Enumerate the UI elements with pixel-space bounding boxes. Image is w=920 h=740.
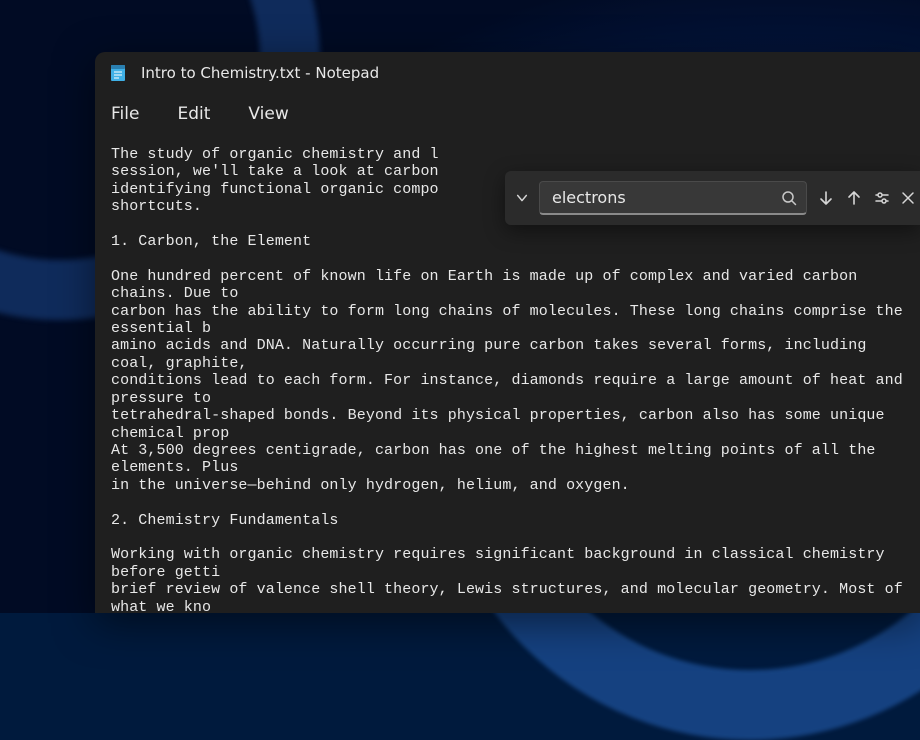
paragraph: The study of organic chemistry and l ses… — [111, 146, 439, 215]
search-input[interactable] — [552, 188, 780, 207]
find-bar — [505, 171, 920, 225]
menubar: File Edit View — [95, 94, 920, 138]
find-next-button[interactable] — [817, 180, 835, 216]
heading: 2. Chemistry Fundamentals — [111, 512, 339, 529]
paragraph: Working with organic chemistry requires … — [111, 546, 912, 613]
menu-view[interactable]: View — [248, 104, 288, 124]
notepad-app-icon — [109, 64, 127, 82]
search-field-container — [539, 181, 807, 215]
notepad-window: Intro to Chemistry.txt - Notepad File Ed… — [95, 52, 920, 613]
menu-edit[interactable]: Edit — [177, 104, 210, 124]
paragraph: One hundred percent of known life on Ear… — [111, 268, 912, 494]
close-find-button[interactable] — [901, 180, 915, 216]
find-previous-button[interactable] — [845, 180, 863, 216]
menu-file[interactable]: File — [111, 104, 139, 124]
window-title: Intro to Chemistry.txt - Notepad — [141, 64, 379, 82]
find-options-button[interactable] — [873, 180, 891, 216]
search-icon[interactable] — [780, 189, 798, 207]
heading: 1. Carbon, the Element — [111, 233, 311, 250]
find-replace-toggle[interactable] — [515, 183, 529, 213]
titlebar[interactable]: Intro to Chemistry.txt - Notepad — [95, 52, 920, 94]
